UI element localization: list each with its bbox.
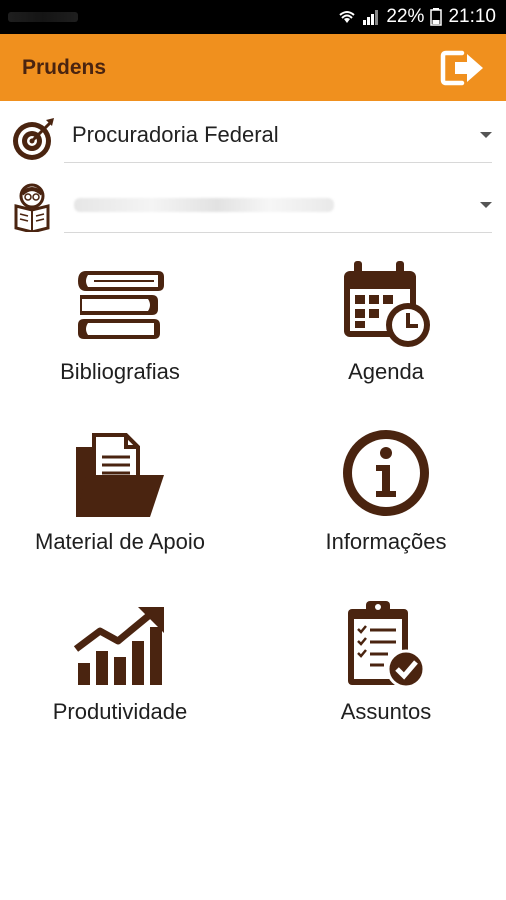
tile-bibliografias[interactable]: Bibliografias <box>0 255 240 405</box>
app-bar: Prudens <box>0 34 506 101</box>
clipboard-check-icon <box>342 599 430 691</box>
tile-label: Assuntos <box>340 699 432 724</box>
tile-label: Informações <box>325 529 447 554</box>
target-icon <box>10 114 58 162</box>
notification-area <box>8 12 78 22</box>
redacted-value <box>74 198 334 212</box>
tile-label: Material de Apoio <box>35 529 205 554</box>
battery-level: 22% <box>386 6 425 27</box>
status-bar: 22% 21:10 <box>0 0 506 34</box>
books-icon <box>74 267 166 343</box>
tile-material-de-apoio[interactable]: Material de Apoio <box>0 425 240 575</box>
student-selector-row <box>0 180 506 240</box>
area-select[interactable]: Procuradoria Federal <box>64 110 492 163</box>
tile-agenda[interactable]: Agenda <box>266 255 506 405</box>
signal-icon <box>362 8 380 26</box>
battery-icon <box>430 8 443 26</box>
area-select-value: Procuradoria Federal <box>72 122 279 147</box>
logout-button[interactable] <box>438 47 488 89</box>
info-icon <box>340 427 432 519</box>
wifi-icon <box>338 8 356 26</box>
area-selector-row: Procuradoria Federal <box>0 110 506 170</box>
tile-label: Bibliografias <box>60 359 180 384</box>
app-title: Prudens <box>22 56 107 79</box>
tile-produtividade[interactable]: Produtividade <box>0 595 240 745</box>
chevron-down-icon <box>480 202 492 208</box>
tile-label: Agenda <box>348 359 424 384</box>
chart-growth-icon <box>72 603 168 689</box>
calendar-clock-icon <box>338 259 434 351</box>
tile-label: Produtividade <box>52 699 188 724</box>
logout-icon <box>440 50 483 86</box>
student-select[interactable] <box>64 180 492 233</box>
folder-documents-icon <box>72 429 168 521</box>
tile-assuntos[interactable]: Assuntos <box>266 595 506 745</box>
reader-icon <box>10 182 58 234</box>
clock: 21:10 <box>448 6 496 27</box>
chevron-down-icon <box>480 132 492 138</box>
tile-informacoes[interactable]: Informações <box>266 425 506 575</box>
